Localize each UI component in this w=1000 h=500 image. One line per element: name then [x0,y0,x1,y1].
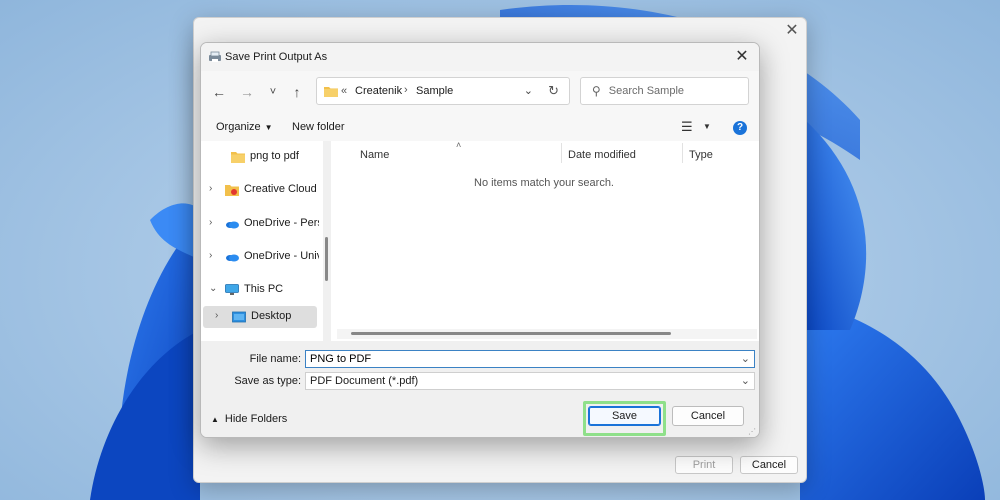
computer-icon [225,284,239,295]
file-name-field[interactable]: ⌄ [305,350,755,368]
back-icon[interactable]: ← [209,82,229,102]
sidebar-scrollbar[interactable] [323,141,331,341]
save-button[interactable]: Save [588,406,661,426]
chevron-down-icon[interactable]: ⌄ [741,352,750,365]
address-dropdown-icon[interactable]: ⌄ [524,84,533,97]
empty-message: No items match your search. [474,177,614,189]
sidebar-item-label: Desktop [251,310,292,322]
sidebar-item-label: OneDrive - Perso [244,217,319,229]
file-list: ˄ Name Date modified Type No items match… [331,140,757,341]
expand-icon[interactable]: › [209,250,212,261]
recent-locations-icon[interactable]: ˅ [263,82,283,102]
save-type-value: PDF Document (*.pdf) [310,375,419,387]
view-dropdown-icon[interactable]: ▼ [703,122,711,131]
forward-icon[interactable]: → [237,82,257,102]
navigation-pane: png to pdf › Creative Cloud F › OneDrive… [201,141,331,341]
view-options-icon[interactable]: ☰ [681,119,693,135]
print-button[interactable]: Print [675,456,733,474]
sidebar-item-label: png to pdf [250,150,299,162]
search-input[interactable] [608,85,729,97]
folder-icon [324,87,338,97]
sidebar-scroll-thumb[interactable] [325,237,328,281]
refresh-icon[interactable]: ↻ [548,83,559,99]
expand-icon[interactable]: › [215,310,218,321]
hide-folders-label: Hide Folders [224,413,288,425]
sidebar-item-label: Creative Cloud F [244,183,319,195]
sidebar-item-onedrive-university[interactable]: › OneDrive - Unive [201,246,319,268]
print-cancel-button[interactable]: Cancel [740,456,798,474]
desktop-icon [232,311,246,323]
onedrive-icon [226,254,239,262]
dialog-title: Save Print Output As [225,51,328,63]
save-form: File name: ⌄ Save as type: PDF Document … [201,341,759,401]
cancel-button[interactable]: Cancel [672,406,744,426]
folder-icon [231,152,245,163]
collapse-icon[interactable]: ⌄ [209,283,217,294]
chevron-down-icon[interactable]: ⌄ [741,374,750,387]
file-name-input[interactable] [310,353,730,365]
save-type-select[interactable]: PDF Document (*.pdf) ⌄ [305,372,755,390]
creative-cloud-icon [225,185,239,196]
breadcrumb-createnik[interactable]: Createnik [355,85,402,97]
search-box[interactable]: ⚲ [580,77,749,105]
sidebar-item-label: This PC [244,283,284,295]
save-type-label: Save as type: [234,375,301,387]
address-prefix[interactable]: « [341,85,347,97]
column-header-date-modified[interactable]: Date modified [568,149,636,161]
sidebar-item-creative-cloud[interactable]: › Creative Cloud F [201,179,319,201]
sort-arrow-icon: ˄ [456,140,462,150]
browser-area: png to pdf › Creative Cloud F › OneDrive… [201,140,759,341]
expand-icon[interactable]: › [209,217,212,228]
sidebar-item-desktop[interactable]: › Desktop [203,306,317,328]
help-icon[interactable]: ? [733,121,747,135]
printer-icon [209,51,221,62]
command-bar: Organize ▼ New folder ☰ ▼ ? [201,113,759,143]
sidebar-item-png-to-pdf[interactable]: png to pdf [201,146,319,168]
sidebar-item-label: OneDrive - Unive [244,250,319,262]
column-header-name[interactable]: Name [360,149,389,161]
title-bar: Save Print Output As ✕ [201,43,759,71]
sidebar-item-onedrive-personal[interactable]: › OneDrive - Perso [201,213,319,235]
chevron-down-icon: ▼ [264,123,273,132]
up-icon[interactable]: ↑ [287,82,307,102]
column-divider[interactable] [561,143,562,163]
chevron-up-icon: ▲ [211,415,219,424]
sidebar-item-this-pc[interactable]: ⌄ This PC [201,279,319,301]
search-icon: ⚲ [592,84,601,98]
column-divider[interactable] [682,143,683,163]
organize-label: Organize [216,121,261,133]
horizontal-scrollbar[interactable] [337,329,757,339]
navigation-bar: ← → ˅ ↑ « Createnik › Sample ⌄ ↻ ⚲ [201,75,759,109]
breadcrumb-separator: › [404,84,408,96]
expand-icon[interactable]: › [209,183,212,194]
new-folder-button[interactable]: New folder [292,121,345,133]
file-name-label: File name: [249,353,301,365]
address-bar[interactable]: « Createnik › Sample ⌄ ↻ [316,77,570,105]
onedrive-icon [226,221,239,229]
hide-folders-button[interactable]: ▲ Hide Folders [211,413,287,425]
dialog-footer: ▲ Hide Folders Save Cancel ⋰ [201,395,759,437]
close-icon[interactable]: ✕ [731,47,753,67]
column-header-type[interactable]: Type [689,149,713,161]
horizontal-scroll-thumb[interactable] [351,332,671,335]
save-dialog: Save Print Output As ✕ ← → ˅ ↑ « Createn… [200,42,760,438]
breadcrumb-sample[interactable]: Sample [416,85,453,97]
organize-button[interactable]: Organize ▼ [216,121,273,133]
resize-grip-icon[interactable]: ⋰ [748,427,756,436]
print-window-close-icon[interactable]: ✕ [784,22,800,40]
